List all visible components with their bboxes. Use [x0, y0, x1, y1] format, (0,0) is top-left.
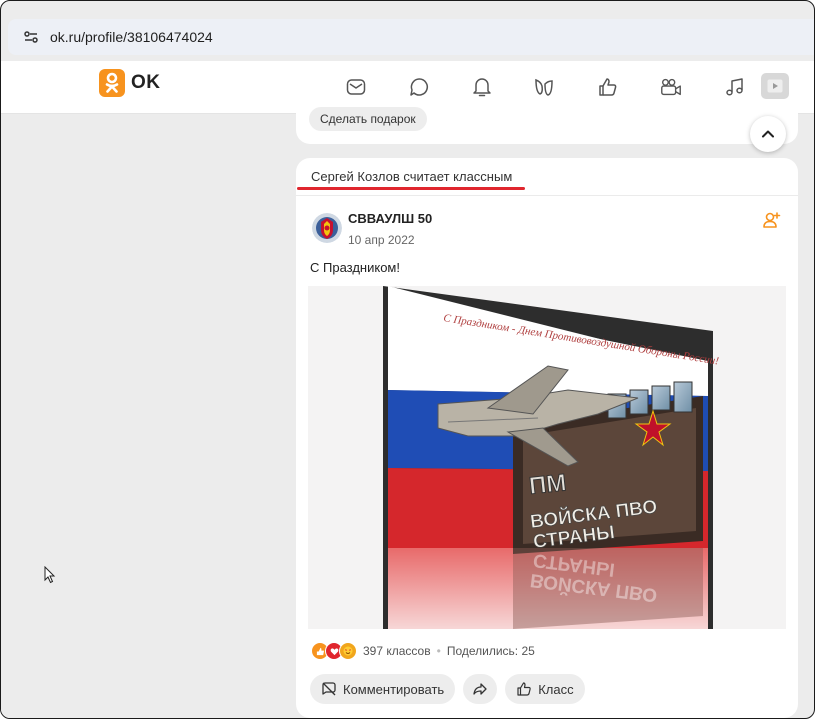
- comment-button-label: Комментировать: [343, 681, 445, 697]
- image-emblem: ПМ: [528, 469, 568, 500]
- class-button[interactable]: Класс: [505, 674, 585, 704]
- likes-count[interactable]: 397 классов: [363, 644, 431, 658]
- post-card: Сергей Козлов считает классным СВВАУЛШ 5…: [296, 158, 798, 718]
- post-actions: Комментировать Класс: [310, 674, 585, 704]
- active-underline: [297, 187, 525, 190]
- thumbs-up-icon: [517, 682, 531, 696]
- add-friend-icon[interactable]: [763, 211, 781, 229]
- class-button-label: Класс: [538, 681, 574, 697]
- share-button[interactable]: [463, 674, 498, 704]
- ok-logo[interactable]: OK: [99, 69, 161, 97]
- make-gift-button[interactable]: Сделать подарок: [309, 107, 427, 131]
- bell-icon[interactable]: [470, 75, 494, 99]
- like-icon[interactable]: [596, 75, 620, 99]
- post-text: С Праздником!: [310, 260, 400, 275]
- ok-logo-text: OK: [131, 72, 161, 93]
- ok-logo-icon: [99, 69, 125, 97]
- scroll-to-top-button[interactable]: [750, 116, 786, 152]
- url-text[interactable]: ok.ru/profile/38106474024: [50, 29, 213, 45]
- card-divider: [296, 195, 798, 196]
- stats-separator: •: [436, 644, 441, 658]
- share-icon: [473, 683, 487, 695]
- comment-button[interactable]: Комментировать: [310, 674, 456, 704]
- reactions-summary[interactable]: 397 классов • Поделились: 25: [311, 642, 535, 660]
- mouse-cursor-icon: [44, 566, 56, 584]
- mail-icon[interactable]: [344, 75, 368, 99]
- chevron-up-icon: [762, 130, 774, 138]
- post-date[interactable]: 10 апр 2022: [348, 233, 415, 247]
- video-chat-icon[interactable]: [659, 75, 683, 99]
- previous-post-card: Сделать подарок: [296, 101, 798, 144]
- author-avatar[interactable]: [312, 213, 342, 243]
- video-icon[interactable]: [761, 73, 789, 99]
- browser-window: ok.ru/profile/38106474024 OK Сделать под…: [0, 0, 815, 719]
- post-context-label[interactable]: Сергей Козлов считает классным: [311, 169, 512, 184]
- music-icon[interactable]: [723, 75, 747, 99]
- love-reaction-icon: [339, 642, 357, 660]
- site-settings-icon[interactable]: [24, 30, 38, 44]
- guests-icon[interactable]: [532, 75, 556, 99]
- left-sidebar: [1, 114, 279, 718]
- author-name[interactable]: СВВАУЛШ 50: [348, 211, 432, 226]
- chat-icon[interactable]: [407, 75, 431, 99]
- comment-icon: [322, 682, 336, 696]
- post-image[interactable]: С Праздником - Днем Противовоздушной Обо…: [308, 286, 786, 629]
- shares-count[interactable]: Поделились: 25: [447, 644, 535, 658]
- address-bar[interactable]: ok.ru/profile/38106474024: [8, 19, 814, 55]
